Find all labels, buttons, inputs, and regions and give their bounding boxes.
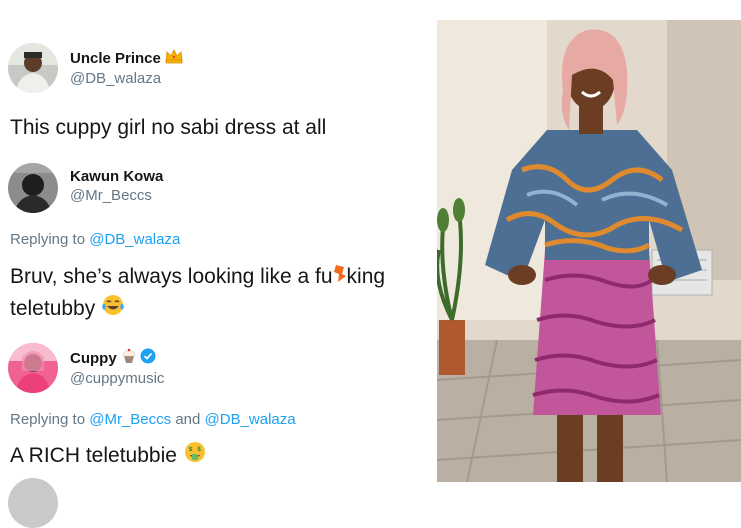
avatar[interactable] bbox=[8, 43, 58, 93]
verified-badge-icon bbox=[140, 348, 156, 368]
avatar[interactable] bbox=[8, 163, 58, 213]
handle[interactable]: @Mr_Beccs bbox=[70, 187, 163, 204]
tweet-text: This cuppy girl no sabi dress at all bbox=[10, 116, 327, 139]
tweet-text: A RICH teletubbie $ $ bbox=[10, 440, 207, 473]
display-name[interactable]: Uncle Prince bbox=[70, 48, 184, 68]
crown-icon bbox=[164, 48, 184, 68]
svg-text:$: $ bbox=[188, 446, 192, 453]
display-name[interactable]: Cuppy bbox=[70, 348, 164, 368]
mention-link[interactable]: @DB_walaza bbox=[205, 411, 296, 428]
cupcake-icon bbox=[121, 348, 137, 368]
avatar[interactable] bbox=[8, 343, 58, 393]
handle[interactable]: @cuppymusic bbox=[70, 370, 164, 387]
tweet-thread: Uncle Prince @DB_walaza This cuppy girl … bbox=[0, 0, 420, 528]
tweet-header-kawun-kowa: Kawun Kowa @Mr_Beccs bbox=[8, 163, 163, 213]
tears-of-joy-icon bbox=[101, 293, 125, 326]
tweet-text: Bruv, she’s always looking like a fu king… bbox=[10, 262, 385, 326]
censor-mark-icon bbox=[333, 262, 347, 293]
mention-link[interactable]: @Mr_Beccs bbox=[89, 411, 171, 428]
svg-text:$: $ bbox=[197, 446, 201, 453]
photo-woman-in-ankara-outfit bbox=[437, 20, 741, 482]
replying-to: Replying to @Mr_Beccs and @DB_walaza bbox=[10, 411, 296, 428]
tweet-header-uncle-prince: Uncle Prince @DB_walaza bbox=[8, 43, 184, 93]
replying-to: Replying to @DB_walaza bbox=[10, 231, 181, 248]
tweet-header-cuppy: Cuppy @cuppymusic bbox=[8, 343, 164, 393]
mention-link[interactable]: @DB_walaza bbox=[89, 231, 180, 248]
display-name[interactable]: Kawun Kowa bbox=[70, 168, 163, 185]
money-mouth-icon: $ $ bbox=[183, 440, 207, 473]
handle[interactable]: @DB_walaza bbox=[70, 70, 184, 87]
